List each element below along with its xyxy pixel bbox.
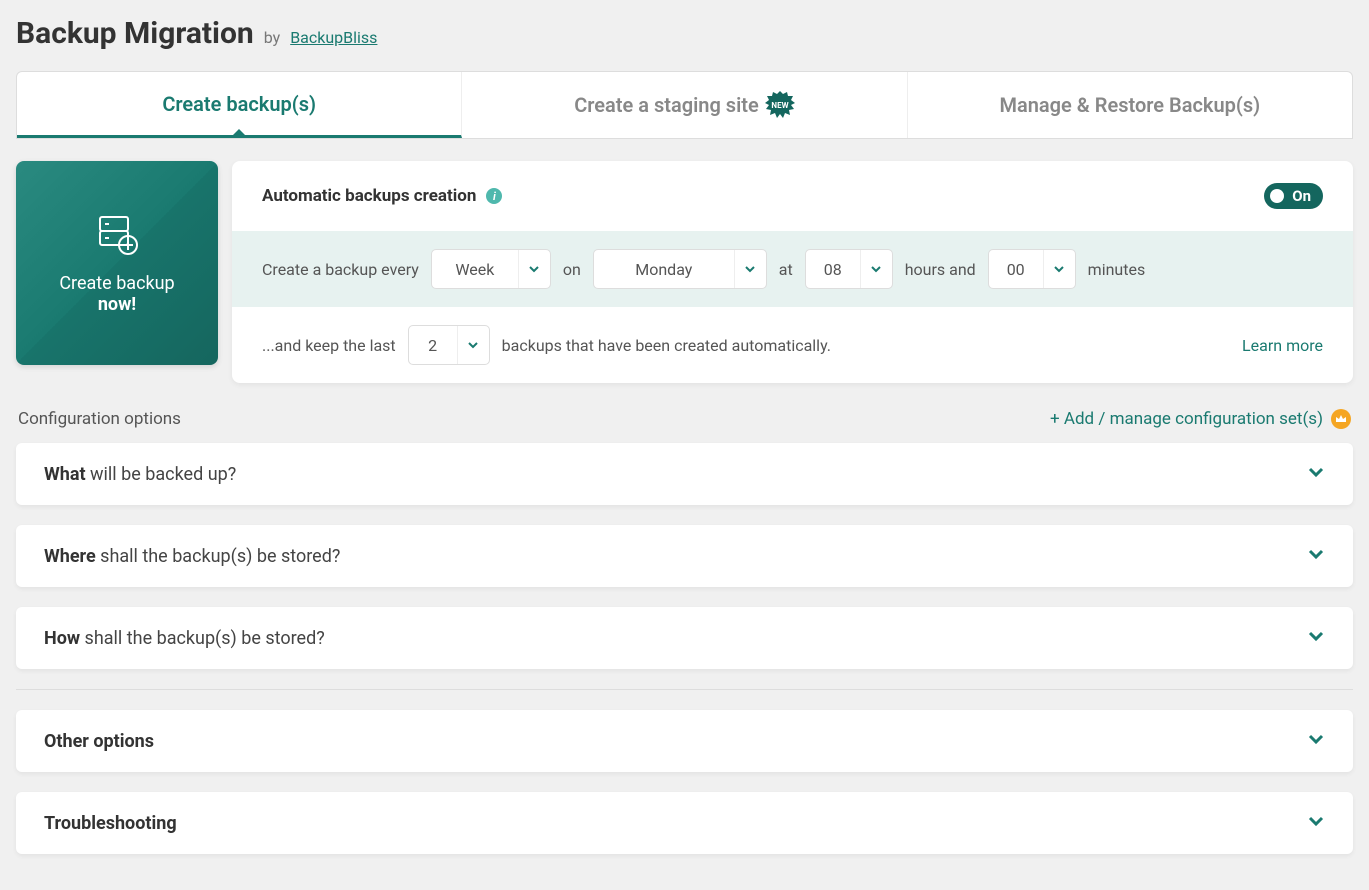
day-select[interactable]: Monday — [593, 249, 767, 289]
accordion-title: How shall the backup(s) be stored? — [44, 628, 325, 649]
chevron-down-icon — [457, 326, 489, 364]
minutes-select[interactable]: 00 — [988, 249, 1076, 289]
frequency-value: Week — [432, 250, 518, 288]
accordion-title: Troubleshooting — [44, 813, 177, 834]
server-plus-icon — [92, 211, 142, 261]
chevron-down-icon — [518, 250, 550, 288]
main-tabs: Create backup(s) Create a staging site N… — [16, 71, 1353, 139]
configuration-options-label: Configuration options — [18, 409, 181, 429]
accordion-how[interactable]: How shall the backup(s) be stored? — [16, 607, 1353, 669]
accordion-other-options[interactable]: Other options — [16, 710, 1353, 772]
create-backup-now-button[interactable]: Create backup now! — [16, 161, 218, 365]
accordion-troubleshooting[interactable]: Troubleshooting — [16, 792, 1353, 854]
chevron-down-icon — [1307, 812, 1325, 834]
chevron-down-icon — [1043, 250, 1075, 288]
by-label: by — [264, 28, 280, 47]
accordion-where[interactable]: Where shall the backup(s) be stored? — [16, 525, 1353, 587]
accordion-what[interactable]: What will be backed up? — [16, 443, 1353, 505]
minutes-value: 00 — [989, 250, 1043, 288]
chevron-down-icon — [1307, 627, 1325, 649]
hours-select[interactable]: 08 — [805, 249, 893, 289]
chevron-down-icon — [1307, 545, 1325, 567]
author-link[interactable]: BackupBliss — [290, 28, 377, 47]
chevron-down-icon — [1307, 463, 1325, 485]
tab-staging-site[interactable]: Create a staging site NEW — [462, 72, 907, 138]
divider — [16, 689, 1353, 690]
auto-backup-toggle[interactable]: On — [1264, 183, 1323, 209]
tab-label: Create a staging site — [574, 93, 759, 117]
every-prefix-label: Create a backup every — [262, 260, 419, 279]
page-title: Backup Migration — [16, 16, 254, 51]
chevron-down-icon — [1307, 730, 1325, 752]
tab-manage-restore[interactable]: Manage & Restore Backup(s) — [908, 72, 1352, 138]
tab-label: Manage & Restore Backup(s) — [1000, 93, 1261, 117]
tab-create-backups[interactable]: Create backup(s) — [17, 72, 462, 138]
keep-value: 2 — [409, 326, 457, 364]
hours-suffix-label: hours and — [905, 260, 976, 279]
chevron-down-icon — [734, 250, 766, 288]
frequency-select[interactable]: Week — [431, 249, 551, 289]
tab-label: Create backup(s) — [162, 92, 316, 116]
crown-icon — [1331, 409, 1351, 429]
minutes-suffix-label: minutes — [1088, 260, 1146, 279]
auto-title: Automatic backups creation — [262, 186, 476, 206]
at-label: at — [779, 260, 793, 279]
keep-prefix-label: ...and keep the last — [262, 336, 396, 355]
chevron-down-icon — [860, 250, 892, 288]
day-value: Monday — [594, 250, 734, 288]
toggle-knob — [1270, 189, 1284, 203]
add-manage-label: + Add / manage configuration set(s) — [1050, 409, 1323, 429]
svg-text:NEW: NEW — [771, 101, 788, 110]
new-badge-icon: NEW — [765, 90, 795, 120]
accordion-title: Where shall the backup(s) be stored? — [44, 546, 340, 567]
automatic-backups-panel: Automatic backups creation i On Create a… — [232, 161, 1353, 383]
add-manage-config-link[interactable]: + Add / manage configuration set(s) — [1050, 409, 1351, 429]
accordion-title: What will be backed up? — [44, 464, 236, 485]
hours-value: 08 — [806, 250, 860, 288]
toggle-label: On — [1292, 187, 1311, 205]
on-label: on — [563, 260, 581, 279]
info-icon[interactable]: i — [486, 188, 502, 204]
create-now-line1: Create backup — [59, 273, 174, 294]
create-now-line2: now! — [98, 294, 136, 315]
accordion-title: Other options — [44, 731, 154, 752]
keep-suffix-label: backups that have been created automatic… — [502, 336, 831, 355]
keep-count-select[interactable]: 2 — [408, 325, 490, 365]
learn-more-link[interactable]: Learn more — [1242, 336, 1323, 355]
